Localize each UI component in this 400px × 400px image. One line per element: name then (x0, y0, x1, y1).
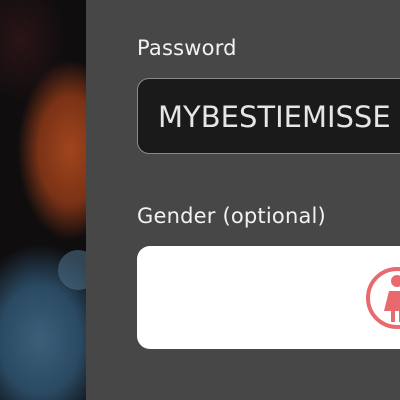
signup-screen: Password MYBESTIEMISSE Gender (optional) (0, 0, 400, 400)
gender-option-female[interactable] (363, 264, 400, 332)
gender-selector (137, 246, 400, 349)
female-person-icon (366, 267, 400, 329)
password-label: Password (137, 36, 237, 60)
background-photo (0, 0, 98, 400)
gender-label: Gender (optional) (137, 204, 326, 228)
password-input[interactable]: MYBESTIEMISSE (137, 78, 400, 154)
